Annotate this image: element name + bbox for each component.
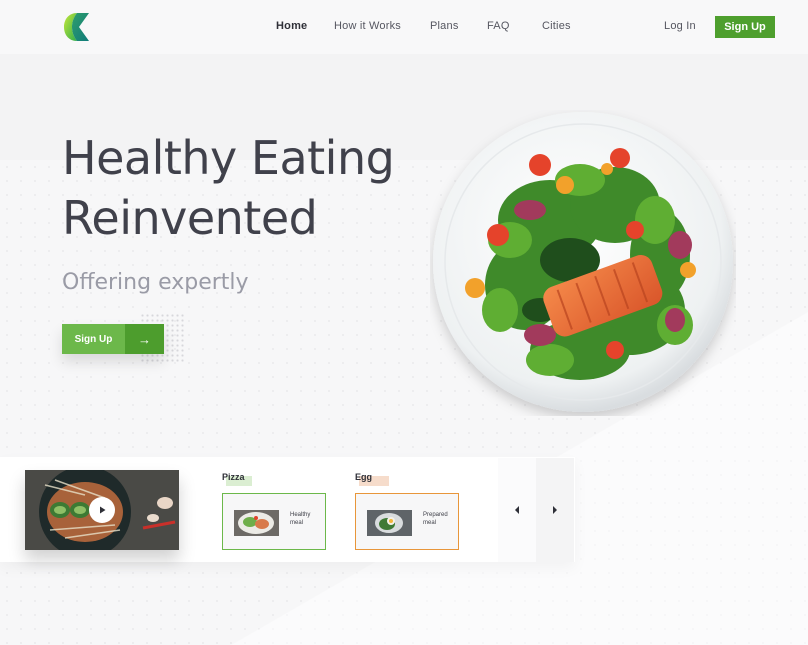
hero-title-line-2: Reinvented — [62, 191, 318, 245]
healthy-meal-thumbnail — [234, 510, 279, 536]
nav-link-faq[interactable]: FAQ — [487, 20, 510, 32]
hero-signup-button[interactable]: Sign Up → — [62, 324, 164, 354]
brand-logo[interactable] — [63, 12, 91, 42]
meal-card-prepared[interactable]: Prepared meal — [355, 493, 459, 550]
carousel-next-button[interactable] — [536, 458, 574, 562]
hero-title: Healthy Eating Reinvented — [62, 128, 422, 248]
healthy-meal-text: Healthy meal — [290, 512, 311, 526]
nav-signup-button[interactable]: Sign Up — [715, 16, 775, 38]
play-icon — [100, 506, 106, 514]
video-play-button[interactable] — [89, 497, 115, 523]
prepared-meal-text: Prepared meal — [423, 512, 448, 526]
nav-link-how-it-works[interactable]: How it Works — [334, 20, 401, 32]
nav-link-home[interactable]: Home — [276, 20, 307, 32]
arrow-right-icon: → — [125, 324, 164, 354]
hero-signup-label: Sign Up — [62, 324, 125, 354]
salmon-salad-plate-image — [433, 112, 733, 412]
caret-left-icon — [515, 506, 519, 514]
carousel-prev-button[interactable] — [498, 458, 536, 562]
category-label-egg: Egg — [355, 472, 372, 482]
prepared-meal-thumbnail — [367, 510, 412, 536]
login-link[interactable]: Log In — [664, 20, 696, 32]
nav-link-cities[interactable]: Cities — [542, 20, 571, 32]
nav-link-plans[interactable]: Plans — [430, 20, 459, 32]
top-navbar: Home How it Works Plans FAQ Cities Log I… — [0, 0, 808, 54]
hero-subtitle: Offering expertly — [62, 270, 249, 295]
category-label-pizza: Pizza — [222, 472, 245, 482]
meal-card-healthy[interactable]: Healthy meal — [222, 493, 326, 550]
hero-title-line-1: Healthy Eating — [62, 131, 395, 185]
caret-right-icon — [553, 506, 557, 514]
